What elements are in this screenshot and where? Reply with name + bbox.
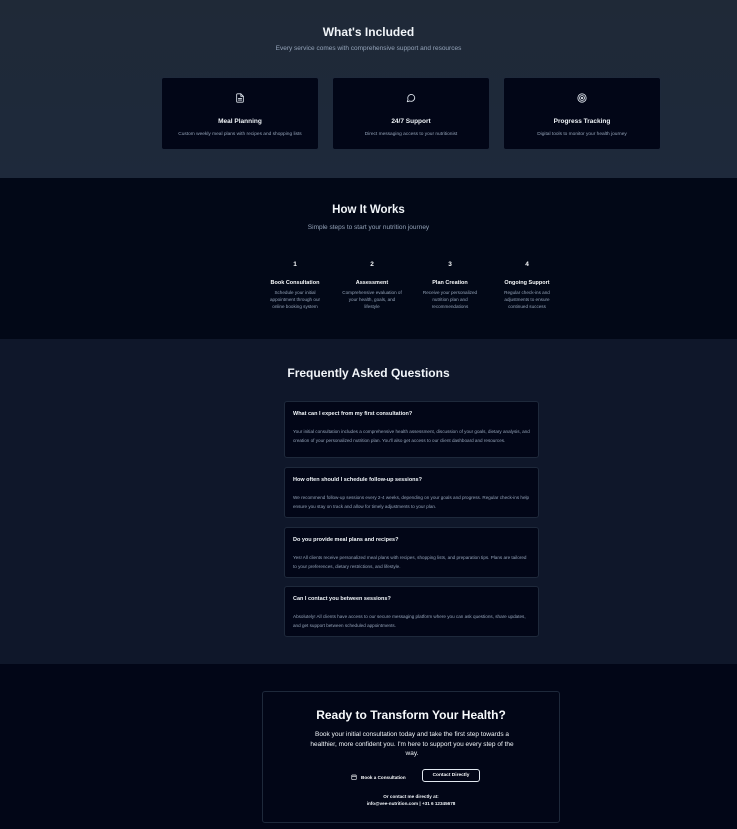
step-assessment: 2 Assessment Comprehensive evaluation of… [341, 261, 403, 310]
faq-item[interactable]: What can I expect from my first consulta… [284, 401, 539, 458]
faq-question: Can I contact you between sessions? [293, 596, 391, 602]
faq-question: Do you provide meal plans and recipes? [293, 537, 399, 543]
card-meal-planning: Meal Planning Custom weekly meal plans w… [161, 77, 319, 150]
card-title: 24/7 Support [391, 118, 431, 125]
how-subtitle: Simple steps to start your nutrition jou… [307, 224, 430, 231]
included-title: What's Included [322, 25, 415, 39]
faq-question: How often should I schedule follow-up se… [293, 477, 422, 483]
calendar-icon [351, 774, 357, 781]
card-title: Meal Planning [218, 118, 262, 125]
included-subtitle: Every service comes with comprehensive s… [275, 45, 462, 52]
faq-answer: We recommend follow-up sessions every 2-… [293, 495, 530, 509]
step-ongoing-support: 4 Ongoing Support Regular check-ins and … [496, 261, 558, 310]
how-title: How It Works [332, 204, 405, 216]
step-plan-creation: 3 Plan Creation Receive your personalize… [419, 261, 481, 310]
faq-answer: Your initial consultation includes a com… [293, 429, 530, 443]
step-title: Ongoing Support [504, 280, 550, 286]
document-icon [162, 93, 318, 103]
faq-answer: Absolutely! All clients have access to o… [293, 614, 526, 628]
cta-card: Ready to Transform Your Health? Book you… [262, 691, 560, 823]
target-icon [504, 93, 660, 103]
cta-title: Ready to Transform Your Health? [316, 708, 506, 722]
chat-bubble-icon [333, 93, 489, 103]
faq-question: What can I expect from my first consulta… [293, 411, 413, 417]
card-progress-tracking: Progress Tracking Digital tools to monit… [503, 77, 661, 150]
contact-directly-button[interactable]: Contact Directly [422, 769, 480, 782]
cta-text: Book your initial consultation today and… [310, 731, 514, 757]
faq-title: Frequently Asked Questions [287, 366, 450, 380]
faq-item[interactable]: Do you provide meal plans and recipes? Y… [284, 527, 539, 578]
step-title: Assessment [355, 280, 389, 286]
step-number: 2 [370, 261, 374, 268]
step-title: Plan Creation [432, 280, 468, 286]
step-description: Schedule your initial appointment throug… [269, 290, 321, 309]
step-number: 3 [448, 261, 452, 268]
faq-answer: Yes! All clients receive personalized me… [293, 555, 527, 569]
contact-prompt: Or contact me directly at: [383, 794, 439, 799]
book-consultation-button[interactable]: Book a Consultation [351, 771, 406, 783]
step-description: Regular check-ins and adjustments to ens… [504, 290, 550, 309]
contact-info: info@vee-nutrition.com | +31 6 12345678 [366, 801, 456, 806]
step-description: Receive your personalized nutrition plan… [422, 290, 478, 309]
card-title: Progress Tracking [553, 118, 611, 125]
step-description: Comprehensive evaluation of your health,… [342, 290, 402, 309]
card-support: 24/7 Support Direct messaging access to … [332, 77, 490, 150]
card-description: Custom weekly meal plans with recipes an… [178, 132, 302, 137]
book-consultation-label: Book a Consultation [361, 774, 406, 780]
step-number: 4 [525, 261, 529, 268]
faq-item[interactable]: Can I contact you between sessions? Abso… [284, 586, 539, 637]
card-description: Digital tools to monitor your health jou… [537, 132, 627, 137]
step-book-consultation: 1 Book Consultation Schedule your initia… [264, 261, 326, 310]
how-it-works-section [0, 178, 737, 339]
card-description: Direct messaging access to your nutritio… [364, 132, 458, 137]
step-title: Book Consultation [270, 280, 320, 286]
step-number: 1 [293, 261, 297, 268]
faq-item[interactable]: How often should I schedule follow-up se… [284, 467, 539, 518]
